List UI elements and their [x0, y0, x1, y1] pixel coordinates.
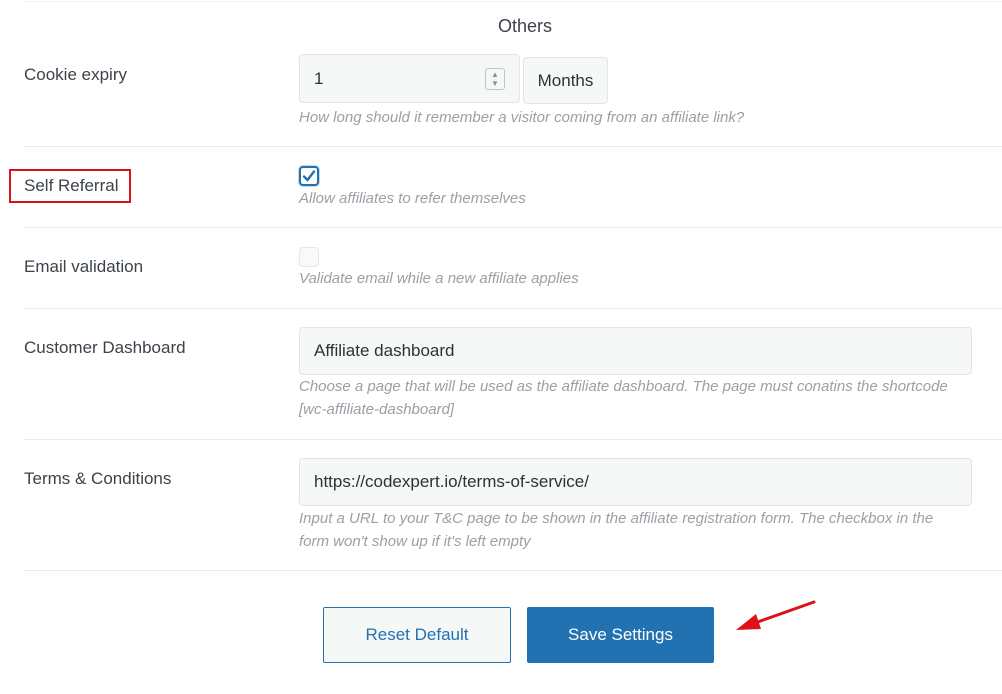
terms-url-input[interactable]: https://codexpert.io/terms-of-service/ — [299, 458, 972, 506]
terms-label: Terms & Conditions — [24, 469, 172, 488]
chevron-down-icon[interactable]: ▼ — [491, 79, 499, 88]
save-settings-button[interactable]: Save Settings — [527, 607, 714, 663]
description-line: [wc-affiliate-dashboard] — [299, 401, 455, 418]
cookie-expiry-description: How long should it remember a visitor co… — [299, 109, 745, 126]
description-line: Choose a page that will be used as the a… — [299, 378, 948, 395]
section-title: Others — [497, 16, 553, 36]
reset-default-button[interactable]: Reset Default — [323, 607, 511, 663]
customer-dashboard-description: Choose a page that will be used as the a… — [299, 375, 948, 421]
row-divider — [24, 439, 1002, 440]
terms-description: Input a URL to your T&C page to be shown… — [299, 507, 933, 553]
self-referral-checkbox[interactable] — [299, 166, 319, 186]
customer-dashboard-select[interactable]: Affiliate dashboard — [299, 327, 972, 375]
row-divider — [24, 146, 1002, 147]
email-validation-label: Email validation — [24, 257, 144, 276]
check-icon — [302, 170, 316, 182]
chevron-up-icon[interactable]: ▲ — [491, 70, 499, 79]
arrow-pointer-icon — [736, 600, 816, 630]
row-divider — [24, 227, 1002, 228]
customer-dashboard-label: Customer Dashboard — [24, 338, 186, 357]
self-referral-label: Self Referral — [24, 176, 119, 195]
row-divider — [24, 570, 1002, 571]
cookie-expiry-input[interactable] — [300, 55, 480, 102]
top-divider — [24, 1, 1002, 2]
cookie-expiry-label: Cookie expiry — [24, 65, 127, 84]
description-line: form won't show up if it's left empty — [299, 533, 531, 550]
cookie-expiry-field[interactable]: ▲ ▼ — [299, 54, 520, 103]
number-spinner[interactable]: ▲ ▼ — [485, 68, 505, 90]
cookie-expiry-unit: Months — [523, 57, 608, 104]
self-referral-description: Allow affiliates to refer themselves — [299, 190, 526, 207]
email-validation-checkbox[interactable] — [299, 247, 319, 267]
row-divider — [24, 308, 1002, 309]
description-line: Input a URL to your T&C page to be shown… — [299, 510, 934, 527]
email-validation-description: Validate email while a new affiliate app… — [299, 270, 579, 287]
